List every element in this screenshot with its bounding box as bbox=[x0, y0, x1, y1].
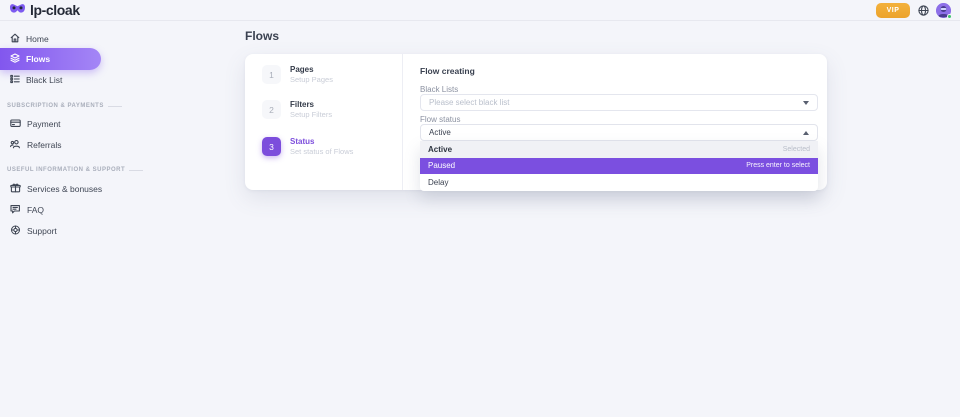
sidebar-item-label: Flows bbox=[26, 54, 50, 64]
flow-status-select[interactable]: Active bbox=[420, 124, 818, 141]
home-icon bbox=[10, 33, 20, 45]
flow-creating-card: 1 Pages Setup Pages 2 Filters Setup Filt… bbox=[245, 54, 827, 190]
flows-icon bbox=[10, 53, 20, 65]
sidebar-item-black-list[interactable]: Black List bbox=[0, 73, 62, 87]
sidebar-item-home[interactable]: Home bbox=[0, 32, 49, 46]
online-status-dot bbox=[947, 14, 952, 19]
wizard-step-pages[interactable]: 1 Pages Setup Pages bbox=[262, 65, 333, 84]
language-globe-icon[interactable] bbox=[917, 4, 929, 16]
mask-logo-icon bbox=[9, 1, 26, 19]
sidebar-item-label: FAQ bbox=[27, 205, 44, 215]
logo[interactable]: lp-cloak bbox=[9, 1, 80, 19]
selected-hint: Selected bbox=[783, 146, 810, 153]
chevron-up-icon bbox=[803, 131, 809, 135]
blacklist-icon bbox=[10, 74, 20, 86]
sidebar-item-referrals[interactable]: Referrals bbox=[0, 138, 61, 152]
sidebar-item-faq[interactable]: FAQ bbox=[0, 203, 44, 217]
step-title: Filters bbox=[290, 100, 332, 110]
wizard-step-filters[interactable]: 2 Filters Setup Filters bbox=[262, 100, 332, 119]
flow-status-label: Flow status bbox=[420, 115, 460, 124]
dropdown-option-delay[interactable]: Delay bbox=[420, 174, 818, 191]
sidebar-item-label: Support bbox=[27, 226, 57, 236]
step-subtitle: Set status of Flows bbox=[290, 147, 353, 156]
faq-chat-icon bbox=[10, 204, 21, 216]
black-lists-label: Black Lists bbox=[420, 85, 458, 94]
page-title: Flows bbox=[245, 29, 279, 43]
step-title: Status bbox=[290, 137, 353, 147]
sidebar-item-label: Referrals bbox=[27, 140, 61, 150]
flow-status-dropdown: Active Selected Paused Press enter to se… bbox=[420, 141, 818, 191]
step-subtitle: Setup Filters bbox=[290, 110, 332, 119]
sidebar-item-support[interactable]: Support bbox=[0, 224, 57, 238]
support-lifebuoy-icon bbox=[10, 225, 21, 237]
wizard-step-status[interactable]: 3 Status Set status of Flows bbox=[262, 137, 353, 156]
app-header: lp-cloak VIP bbox=[0, 0, 960, 21]
black-lists-select[interactable]: Please select black list bbox=[420, 94, 818, 111]
header-actions: VIP bbox=[876, 3, 951, 18]
sidebar-section-subscription: SUBSCRIPTION & PAYMENTS bbox=[0, 103, 122, 109]
dropdown-option-active[interactable]: Active Selected bbox=[420, 141, 818, 158]
user-avatar[interactable] bbox=[936, 3, 951, 18]
step-subtitle: Setup Pages bbox=[290, 75, 333, 84]
card-divider bbox=[402, 54, 403, 190]
referrals-people-icon bbox=[10, 139, 21, 151]
press-enter-hint: Press enter to select bbox=[746, 162, 810, 169]
payment-card-icon bbox=[10, 118, 21, 130]
step-number: 2 bbox=[262, 100, 281, 119]
step-title: Pages bbox=[290, 65, 333, 75]
sidebar-item-payment[interactable]: Payment bbox=[0, 117, 61, 131]
logo-text: lp-cloak bbox=[30, 2, 80, 18]
sidebar-item-flows[interactable]: Flows bbox=[0, 48, 101, 70]
chevron-down-icon bbox=[803, 101, 809, 105]
sidebar-section-support: USEFUL INFORMATION & SUPPORT bbox=[0, 167, 143, 173]
sidebar-item-label: Payment bbox=[27, 119, 61, 129]
gift-icon bbox=[10, 183, 21, 195]
sidebar-item-services-bonuses[interactable]: Services & bonuses bbox=[0, 182, 102, 196]
sidebar-item-label: Services & bonuses bbox=[27, 184, 102, 194]
form-title: Flow creating bbox=[420, 66, 475, 76]
dropdown-option-paused[interactable]: Paused Press enter to select bbox=[420, 158, 818, 175]
sidebar-item-label: Black List bbox=[26, 75, 62, 85]
black-lists-placeholder: Please select black list bbox=[429, 98, 509, 107]
step-number: 1 bbox=[262, 65, 281, 84]
sidebar-item-label: Home bbox=[26, 34, 49, 44]
flow-status-value: Active bbox=[429, 128, 451, 137]
vip-button[interactable]: VIP bbox=[876, 3, 910, 18]
step-number: 3 bbox=[262, 137, 281, 156]
